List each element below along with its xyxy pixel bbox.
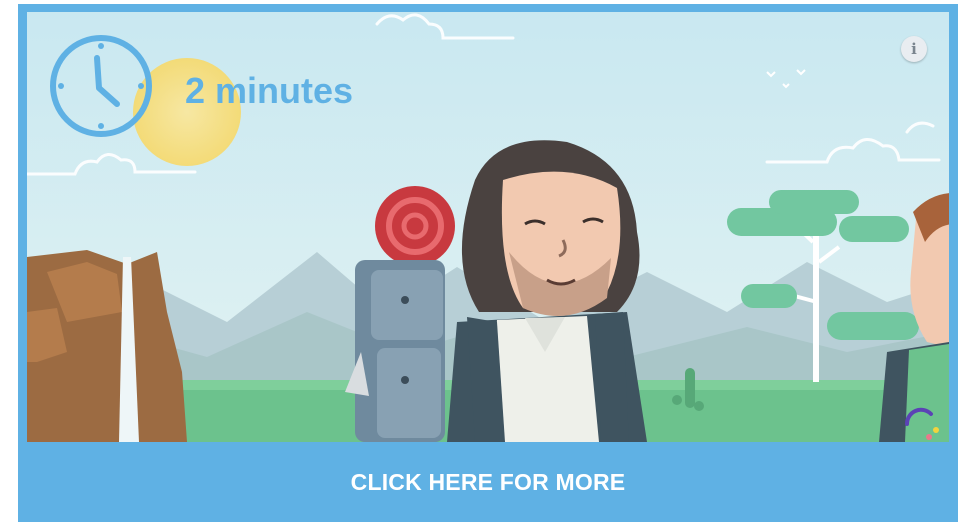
clock-icon: [50, 35, 152, 137]
hiker-illustration: [27, 12, 949, 442]
info-button[interactable]: i: [901, 36, 927, 62]
click-here-label: CLICK HERE FOR MORE: [350, 468, 626, 495]
hiker: [447, 140, 647, 442]
duration-label: 2 minutes: [185, 70, 354, 111]
video-thumbnail[interactable]: 2 minutes i: [27, 12, 949, 442]
info-icon: i: [911, 40, 917, 58]
video-card: 2 minutes i CLICK HERE FOR MORE: [18, 4, 958, 522]
click-here-button[interactable]: CLICK HERE FOR MORE: [18, 442, 958, 522]
